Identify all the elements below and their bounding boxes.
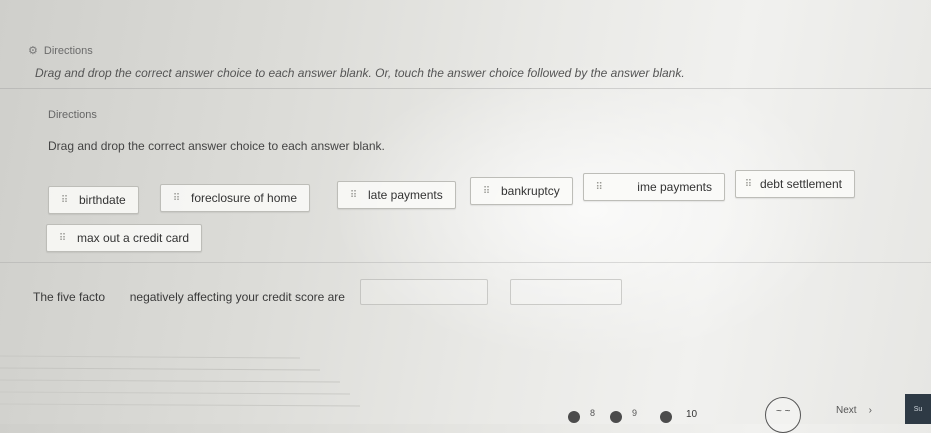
- question-prompt: The five facto negatively affecting your…: [33, 290, 345, 304]
- screen-glare: [330, 60, 850, 360]
- answer-choice-debt-settlement[interactable]: ⠿ debt settlement: [735, 170, 855, 198]
- drag-handle-icon: ⠿: [172, 192, 180, 204]
- answer-choice-birthdate[interactable]: ⠿ birthdate: [48, 186, 139, 214]
- inner-instruction-text: Drag and drop the correct answer choice …: [48, 139, 385, 153]
- progress-current-number: 10: [686, 409, 698, 420]
- submit-button[interactable]: Su: [905, 394, 931, 424]
- back-arrow-icon: ~ ~: [776, 406, 791, 417]
- outer-instruction-text: Drag and drop the correct answer choice …: [35, 66, 685, 80]
- answer-choice-late-payments[interactable]: ⠿ late payments: [337, 181, 456, 209]
- section-divider: [0, 88, 931, 89]
- drag-handle-icon: ⠿: [744, 178, 752, 190]
- chevron-right-icon: ›: [868, 404, 872, 416]
- drag-handle-icon: ⠿: [595, 181, 602, 193]
- progress-dot-complete[interactable]: [610, 411, 622, 423]
- answer-blank-2[interactable]: [510, 279, 622, 305]
- answer-blank-1[interactable]: [360, 279, 488, 305]
- progress-number: 8: [590, 408, 596, 418]
- prompt-text-end: negatively affecting your credit score a…: [129, 290, 345, 304]
- progress-dot-complete[interactable]: [568, 411, 580, 423]
- answer-choice-max-out-credit-card[interactable]: ⠿ max out a credit card: [46, 224, 203, 252]
- previous-button[interactable]: ~ ~: [765, 397, 801, 433]
- inner-directions-header: Directions: [48, 109, 97, 121]
- section-divider: [0, 262, 931, 263]
- drag-handle-icon: ⠿: [482, 185, 490, 197]
- answer-choice-bankruptcy[interactable]: ⠿ bankruptcy: [470, 177, 573, 205]
- drag-handle-icon: ⠿: [349, 189, 357, 201]
- progress-dot-complete[interactable]: [660, 411, 672, 423]
- drag-handle-icon: ⠿: [58, 232, 66, 244]
- next-button[interactable]: Next ›: [836, 402, 872, 418]
- drag-handle-icon: ⠿: [60, 194, 68, 206]
- prompt-text-start: The five facto: [33, 290, 106, 304]
- gear-icon: ⚙: [28, 45, 38, 57]
- answer-choice-on-time-payments[interactable]: ⠿ ime payments: [583, 173, 725, 201]
- outer-directions-title: Directions: [43, 44, 93, 57]
- outer-directions-header: ⚙ Directions: [28, 44, 93, 58]
- progress-number: 9: [632, 408, 638, 418]
- next-button-label: Next: [836, 404, 857, 416]
- answer-choice-foreclosure-of-home[interactable]: ⠿ foreclosure of home: [160, 184, 311, 212]
